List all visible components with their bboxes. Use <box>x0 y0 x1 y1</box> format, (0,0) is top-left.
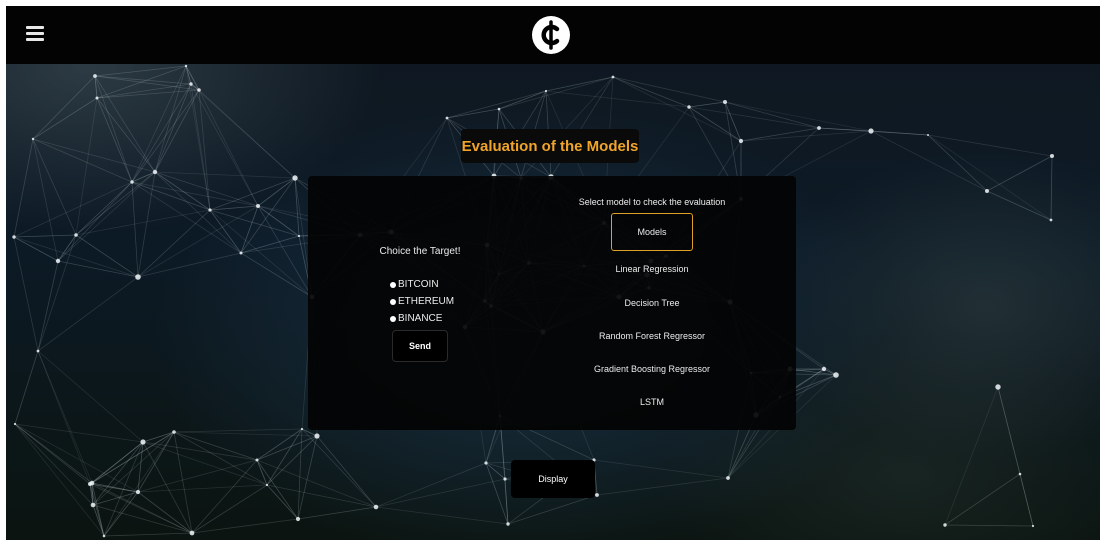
top-navbar <box>6 6 1100 64</box>
model-select-label: Select model to check the evaluation <box>578 197 726 207</box>
target-choice-label: Choice the Target! <box>379 246 461 257</box>
model-option-lstm[interactable]: LSTM <box>548 397 756 407</box>
model-option-decision-tree[interactable]: Decision Tree <box>548 298 756 308</box>
send-button[interactable]: Send <box>392 330 448 362</box>
radio-binance[interactable]: BINANCE <box>390 313 442 324</box>
coin-glyph-icon <box>541 20 560 50</box>
models-dropdown-button[interactable]: Models <box>611 213 693 251</box>
radio-dot-icon <box>390 298 396 305</box>
display-button[interactable]: Display <box>511 460 595 498</box>
radio-label-ethereum: ETHEREUM <box>398 296 455 307</box>
model-option-random-forest[interactable]: Random Forest Regressor <box>548 331 756 341</box>
radio-dot-icon <box>390 315 396 322</box>
radio-ethereum[interactable]: ETHEREUM <box>390 296 454 307</box>
radio-bitcoin[interactable]: BITCOIN <box>390 279 439 290</box>
radio-label-bitcoin: BITCOIN <box>398 279 439 290</box>
model-option-linear-regression[interactable]: Linear Regression <box>548 264 756 274</box>
hamburger-menu-icon[interactable] <box>26 26 44 42</box>
page-title: Evaluation of the Models <box>461 129 639 163</box>
model-option-gradient-boosting[interactable]: Gradient Boosting Regressor <box>548 364 756 374</box>
radio-label-binance: BINANCE <box>398 313 443 324</box>
crypto-coin-logo[interactable] <box>532 16 570 54</box>
radio-dot-icon <box>390 281 396 288</box>
